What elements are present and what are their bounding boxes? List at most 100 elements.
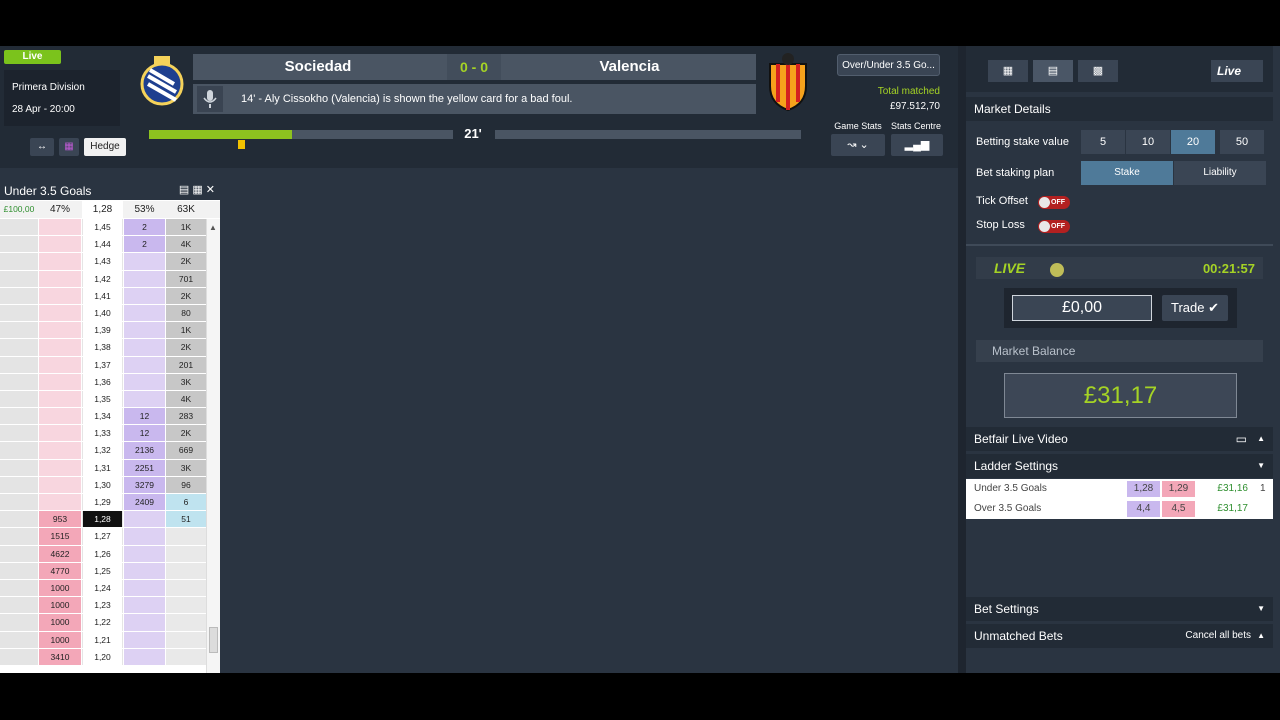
ladder-cell-lay-volume[interactable] (39, 459, 81, 476)
plan-stake-button[interactable]: Stake (1081, 161, 1173, 185)
ladder-cell-lay-volume[interactable] (39, 442, 81, 459)
cancel-all-bets-link[interactable]: Cancel all bets (1185, 624, 1251, 648)
ladder-cell-lay-volume[interactable]: 953 (39, 511, 81, 528)
ladder-row[interactable]: 1,33 12 2K (0, 425, 206, 443)
game-stats-button[interactable]: ↝ ⌄ (831, 134, 885, 156)
runner-lay-price[interactable]: 4,5 (1162, 501, 1195, 517)
runner-lay-price[interactable]: 1,29 (1162, 481, 1195, 497)
ladder-cell-back-volume[interactable]: 12 (124, 425, 165, 442)
market-details-header[interactable]: Market Details (966, 97, 1273, 121)
ladder-cell-lay-volume[interactable] (39, 373, 81, 390)
ladder-row[interactable]: 1,30 3279 96 (0, 476, 206, 494)
runner-back-price[interactable]: 4,4 (1127, 501, 1160, 517)
ladder-cell-back-volume[interactable] (124, 528, 165, 545)
live-mode-label[interactable]: Live (1211, 60, 1263, 82)
ladder-cell-lay-volume[interactable] (39, 408, 81, 425)
ladder-row[interactable]: 1000 1,24 (0, 579, 206, 598)
ladder-row[interactable]: 4770 1,25 (0, 562, 206, 580)
ladder-cell-back-volume[interactable]: 12 (124, 408, 165, 425)
ladder-row[interactable]: 1,31 2251 3K (0, 459, 206, 477)
swap-icon[interactable]: ↔ (30, 138, 54, 156)
ladder-cell-back-volume[interactable] (124, 270, 165, 287)
ladder-cell-back-volume[interactable] (124, 253, 165, 270)
scroll-up-icon[interactable]: ▲ (209, 223, 217, 232)
microphone-icon[interactable] (197, 86, 223, 112)
chevron-up-icon[interactable]: ▲ (1257, 624, 1265, 648)
runner-row[interactable]: Over 3.5 Goals 4,4 4,5 £31,17 (966, 499, 1273, 519)
grid-icon[interactable]: ▦ (59, 138, 79, 156)
ladder-cell-back-volume[interactable]: 2 (124, 236, 165, 253)
scroll-thumb[interactable] (209, 627, 218, 653)
stop-loss-toggle[interactable]: OFF (1038, 220, 1070, 233)
ladder-cell-back-volume[interactable]: 2251 (124, 459, 165, 476)
ladder-cell-lay-volume[interactable] (39, 253, 81, 270)
ladder-cell-back-volume[interactable]: 2 (124, 219, 165, 236)
ladder-row[interactable]: 1515 1,27 (0, 528, 206, 546)
ladder-row[interactable]: 1,37 201 (0, 356, 206, 374)
ladder-cell-back-volume[interactable] (124, 322, 165, 339)
ladder-row[interactable]: 1000 1,22 (0, 614, 206, 632)
ladder-cell-lay-volume[interactable] (39, 390, 81, 408)
runner-back-price[interactable]: 1,28 (1127, 481, 1160, 497)
ladder-cell-back-volume[interactable] (124, 579, 165, 597)
ladder-cell-back-volume[interactable] (124, 287, 165, 304)
ladder-cell-back-volume[interactable] (124, 648, 165, 665)
market-selector-button[interactable]: Over/Under 3.5 Go... (837, 54, 940, 76)
ladder-cell-back-volume[interactable] (124, 562, 165, 579)
ladder-cell-lay-volume[interactable]: 1000 (39, 597, 81, 614)
ladder-cell-back-volume[interactable] (124, 511, 165, 528)
ladder-cell-lay-volume[interactable] (39, 339, 81, 356)
close-icon[interactable]: ✕ (206, 184, 215, 196)
ladder-cell-back-volume[interactable]: 3279 (124, 476, 165, 493)
ladder-cell-lay-volume[interactable]: 4770 (39, 562, 81, 579)
ladder-cell-lay-volume[interactable]: 1000 (39, 579, 81, 597)
ladder-row[interactable]: 1,29 2409 6 (0, 494, 206, 512)
ladder-row[interactable]: 1,42 701 (0, 270, 206, 288)
ladder-cell-lay-volume[interactable] (39, 322, 81, 339)
ladder-cell-lay-volume[interactable]: 3410 (39, 648, 81, 665)
monitor-icon[interactable]: ▭ (1236, 427, 1247, 451)
ladder-cell-lay-volume[interactable] (39, 425, 81, 442)
chevron-up-icon[interactable]: ▲ (1257, 427, 1265, 451)
image-icon[interactable]: ▦ (192, 184, 202, 196)
ladder-row[interactable]: 1,35 4K (0, 390, 206, 409)
ladder-cell-lay-volume[interactable]: 1515 (39, 528, 81, 545)
ladder-cell-back-volume[interactable]: 2409 (124, 494, 165, 511)
trade-value-input[interactable]: £0,00 (1012, 295, 1152, 321)
ladder-cell-lay-volume[interactable] (39, 270, 81, 287)
ladder-row[interactable]: 1000 1,23 (0, 597, 206, 615)
ladder-cell-lay-volume[interactable] (39, 219, 81, 236)
ladder-scrollbar[interactable]: ▲ (206, 219, 220, 673)
ladder-cell-lay-volume[interactable]: 4622 (39, 545, 81, 562)
list-icon[interactable]: ▤ (179, 184, 189, 196)
ladder-row[interactable]: 1,39 1K (0, 322, 206, 340)
trade-button[interactable]: Trade ✔ (1162, 295, 1228, 321)
ladder-cell-lay-volume[interactable]: 1000 (39, 614, 81, 631)
ladder-row[interactable]: 1,44 2 4K (0, 236, 206, 254)
ladder-cell-lay-volume[interactable]: 1000 (39, 631, 81, 648)
tick-offset-toggle[interactable]: OFF (1038, 196, 1070, 209)
runner-row[interactable]: Under 3.5 Goals 1,28 1,29 £31,16 1 (966, 479, 1273, 499)
ladder-cell-back-volume[interactable] (124, 339, 165, 356)
ladder-row[interactable]: 3410 1,20 (0, 648, 206, 666)
ladder-settings-header[interactable]: Ladder Settings ▼ (966, 454, 1273, 478)
ladder-row[interactable]: 1,45 2 1K (0, 219, 206, 237)
ladder-row[interactable]: 1,36 3K (0, 373, 206, 391)
ladder-cell-back-volume[interactable] (124, 304, 165, 322)
ladder-cell-lay-volume[interactable] (39, 287, 81, 304)
chevron-down-icon[interactable]: ▼ (1257, 597, 1265, 621)
ladder-row[interactable]: 1,32 2136 669 (0, 442, 206, 460)
ladder-row[interactable]: 953 1,28 51 (0, 511, 206, 529)
stats-centre-button[interactable]: ▂▄▆ (891, 134, 943, 156)
ladder-cell-lay-volume[interactable] (39, 356, 81, 373)
ladder-row[interactable]: 1,41 2K (0, 287, 206, 305)
column-view-icon[interactable]: ▤ (1033, 60, 1073, 82)
ladder-cell-back-volume[interactable] (124, 614, 165, 631)
ladder-cell-lay-volume[interactable] (39, 304, 81, 322)
betfair-video-header[interactable]: Betfair Live Video ▭ ▲ (966, 427, 1273, 451)
stake-button-10[interactable]: 10 (1126, 130, 1170, 154)
ladder-row[interactable]: 4622 1,26 (0, 545, 206, 563)
ladder-row[interactable]: 1,34 12 283 (0, 408, 206, 426)
ladder-row[interactable]: 1,43 2K (0, 253, 206, 271)
chevron-down-icon[interactable]: ▼ (1257, 454, 1265, 478)
